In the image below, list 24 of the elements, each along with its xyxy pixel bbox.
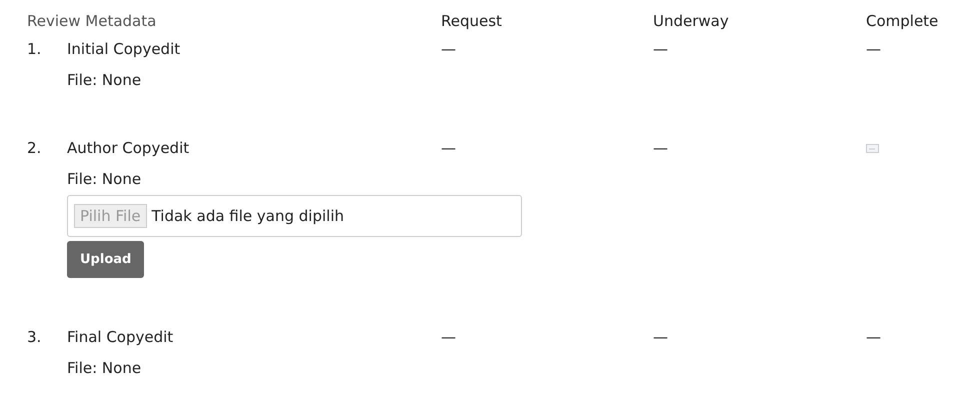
dash: — [653,139,668,157]
file-input[interactable]: Pilih File Tidak ada file yang dipilih [67,195,522,237]
dash: — [441,40,456,58]
dash: — [441,328,456,346]
dash: — [866,40,881,58]
dash: — [866,328,881,346]
file-label: File: None [67,359,142,377]
step-number: 1. [27,40,42,58]
column-header: Review Metadata [27,12,158,30]
column-header: Complete [866,12,940,30]
step-name: Author Copyedit [67,139,190,157]
step-number: 2. [27,139,42,157]
file-label: File: None [67,170,142,188]
dash: — [441,139,456,157]
dash: — [653,40,668,58]
column-header: Underway [653,12,730,30]
step-name: Final Copyedit [67,328,174,346]
envelope-icon[interactable] [866,144,879,153]
upload-button[interactable]: Upload [67,241,144,278]
file-label: File: None [67,71,142,89]
dash: — [653,328,668,346]
step-name: Initial Copyedit [67,40,180,58]
column-header: Request [441,12,503,30]
step-number: 3. [27,328,42,346]
